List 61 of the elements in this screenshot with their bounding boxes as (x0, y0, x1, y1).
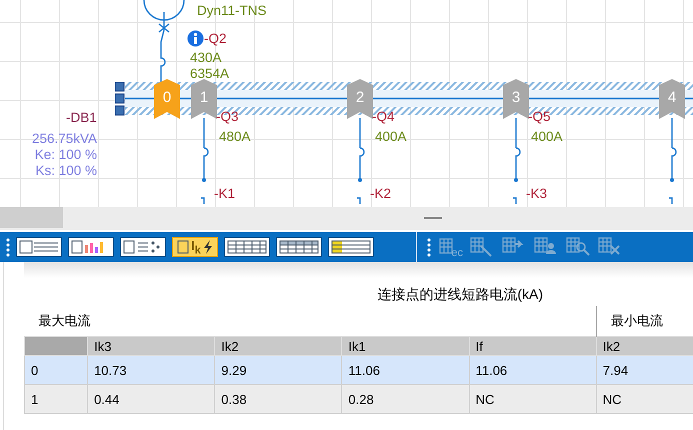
busbar-section-marker[interactable]: 4 (659, 79, 685, 119)
rating-label: 480A (219, 129, 251, 145)
column-header[interactable]: Ik1 (342, 336, 470, 356)
breaker-label: -Q3 (216, 109, 239, 125)
vector-group-label: Dyn11-TNS (197, 3, 267, 19)
toolbar-grip-icon[interactable] (427, 237, 431, 257)
view-button[interactable] (68, 237, 114, 257)
lightning-icon (202, 240, 213, 254)
table-cell: NC (469, 384, 596, 414)
view-button[interactable] (276, 237, 322, 257)
table-search-icon (566, 237, 590, 257)
view-button[interactable] (224, 237, 270, 257)
table-icon (331, 240, 371, 254)
view-button[interactable]: I$_{k}$ (172, 237, 218, 257)
column-header[interactable]: Ik2 (596, 336, 693, 356)
column-group-header: 最小电流 (596, 306, 693, 336)
busbar-name: -DB1 (66, 110, 97, 126)
breaker-label: -Q4 (372, 109, 395, 125)
busbar-section-marker[interactable]: 2 (347, 79, 373, 119)
table-cell: 9.29 (214, 356, 342, 384)
table-cell: 0 (24, 356, 88, 384)
ks-factor-label: Ks: 100 % (34, 163, 97, 179)
ke-factor-label: Ke: 100 % (34, 147, 97, 163)
contactor-label: -K3 (526, 186, 548, 202)
table-cell: 0.38 (214, 384, 342, 414)
busbar-section-marker[interactable]: 1 (191, 79, 217, 119)
table-cell: 0.44 (88, 384, 215, 414)
column-header[interactable]: Ik2 (214, 336, 342, 356)
table-person-icon (534, 237, 558, 257)
table-cell: 7.94 (596, 356, 693, 384)
table-cell: 0.28 (342, 384, 470, 414)
breaker-label: -Q2 (204, 31, 227, 47)
table-pointer-icon (470, 237, 494, 257)
view-button[interactable] (120, 237, 166, 257)
table-delete-icon (598, 237, 622, 257)
info-icon[interactable] (187, 30, 204, 47)
breaker-label: -Q5 (528, 109, 551, 125)
rating-label: 400A (531, 129, 563, 145)
toolbar-grip-icon[interactable] (6, 237, 10, 257)
grid-icon (279, 240, 319, 254)
grid-icon (227, 240, 267, 254)
table-cell: 1 (24, 384, 88, 414)
contactor-label: -K1 (214, 186, 236, 202)
table-cell: 11.06 (469, 356, 596, 384)
column-group-header: 最大电流 (24, 306, 596, 336)
column-header[interactable]: Ik3 (88, 336, 215, 356)
power-label: 256.75kVA (32, 131, 97, 147)
contactor-label: -K2 (370, 186, 392, 202)
table-icon (177, 240, 190, 254)
rating-label: 400A (375, 129, 407, 145)
view-button[interactable] (328, 237, 374, 257)
rating-label: 430A (190, 50, 222, 66)
table-icon (439, 238, 453, 254)
layout-icon (19, 240, 59, 254)
view-button[interactable] (16, 237, 62, 257)
busbar-section-marker[interactable]: 3 (503, 79, 529, 119)
table-cell: NC (596, 384, 693, 414)
column-header[interactable]: If (469, 336, 596, 356)
current-label: 6354A (190, 66, 230, 82)
table-cell: 10.73 (88, 356, 215, 384)
table-cell: 11.06 (342, 356, 470, 384)
